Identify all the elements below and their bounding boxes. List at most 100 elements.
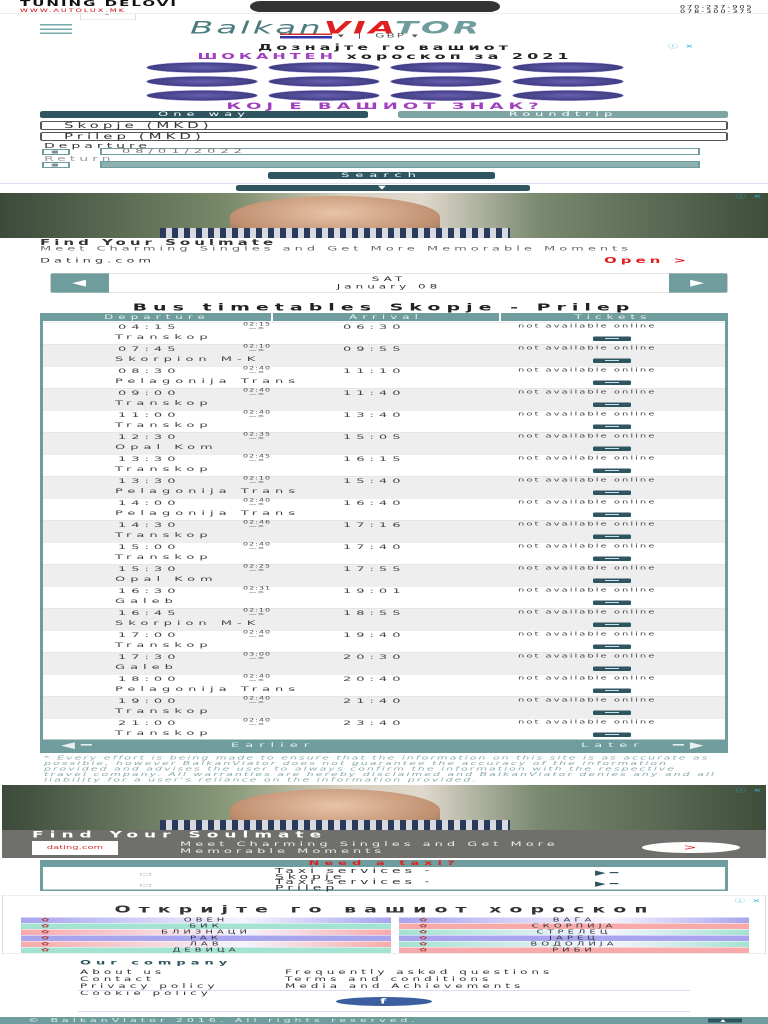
zodiac-sign-left[interactable]: ✿ БЛИЗНАЦИ [21, 929, 391, 936]
zodiac-sign-left[interactable]: ✿ ДЕВИЦА [21, 947, 391, 953]
ad-cta-button[interactable]: > [642, 842, 740, 853]
arrow-right-icon: —> [248, 348, 266, 353]
zodiac-sign-left[interactable]: ✿ РАК [21, 935, 391, 942]
currency-select[interactable]: GBP [375, 32, 406, 39]
return-date-input[interactable] [100, 161, 700, 168]
zodiac-oval-icon[interactable] [390, 76, 502, 87]
later-arrow-icon[interactable]: ━▶ [673, 740, 710, 752]
table-row: 11:00 02:40 —> 13:40 not available online Tra… [43, 410, 725, 432]
bus-company: Skorpion M-K [115, 355, 261, 364]
zodiac-oval-icon[interactable] [390, 90, 502, 101]
zodiac-sign-left[interactable]: ✿ ОВЕН [21, 917, 391, 923]
collapse-ad-chevron-icon[interactable]: ⌃ [80, 14, 136, 20]
footer-link-about[interactable]: About us [80, 969, 265, 976]
table-row: 13:30 02:45 —> 16:15 not available online Tra… [43, 454, 725, 476]
language-currency[interactable]: ▾ | GBP ▾ [280, 32, 420, 39]
next-day-arrow-icon[interactable]: ▶ [669, 273, 727, 293]
zodiac-oval-icon[interactable] [390, 62, 502, 73]
ticket-info-button[interactable] [593, 732, 631, 737]
zodiac-oval-icon[interactable] [512, 76, 624, 87]
tickets-status: not available online [518, 389, 657, 396]
earlier-button[interactable]: Earlier [231, 740, 315, 752]
trip-duration: 02:40 —> [243, 718, 271, 727]
ticket-info-button[interactable] [593, 688, 631, 693]
menu-hamburger-icon[interactable] [40, 24, 72, 34]
ticket-info-button[interactable] [593, 578, 631, 583]
departure-date-input[interactable]: 08/01/2022 [100, 148, 700, 155]
departure-time: 15:00 [118, 543, 181, 552]
ticket-info-button[interactable] [593, 710, 631, 715]
ticket-info-button[interactable] [593, 446, 631, 451]
from-input[interactable]: Skopje (MKD) [40, 121, 728, 130]
ad-close-icon[interactable]: ⓘ ✕ [736, 192, 764, 200]
zodiac-oval-icon[interactable] [146, 90, 258, 101]
zodiac-sign-right[interactable]: ✿ СТРЕЛЕЦ [399, 929, 749, 935]
arrow-right-icon[interactable]: ▶━ [595, 881, 622, 888]
zodiac-oval-icon[interactable] [146, 76, 258, 87]
zodiac-oval-icon[interactable] [268, 62, 380, 73]
footer-link-media[interactable]: Media and Achievements [285, 983, 553, 990]
horoscope-ad[interactable]: Дознајте го вашиот ШОКАНТЕН хороскоп за … [140, 43, 630, 112]
arrow-right-icon: —> [248, 436, 266, 441]
ad-open-button[interactable]: Open > [604, 256, 690, 265]
zodiac-oval-icon[interactable] [268, 90, 380, 101]
zodiac-icon: ✿ [41, 929, 54, 936]
ticket-info-button[interactable] [593, 490, 631, 495]
ticket-info-button[interactable] [593, 666, 631, 671]
departure-time: 09:00 [118, 389, 181, 398]
top-banner-ad[interactable]: TUNING DELOVI WWW.AUTOLUX.MK 070-237-905… [0, 0, 768, 14]
taxi-item-label[interactable]: Taxi services - Prilep [275, 879, 485, 892]
taxi-item[interactable]: ▭ Taxi services - Prilep ▶━ [43, 879, 725, 892]
footer-link-contact[interactable]: Contact [80, 976, 265, 983]
previous-day-arrow-icon[interactable]: ◀ [51, 273, 109, 293]
departure-time: 08:30 [118, 367, 181, 376]
zodiac-sign-right[interactable]: ✿ ЈАРЕЦ [399, 935, 749, 941]
zodiac-icon: ✿ [41, 935, 54, 942]
ticket-info-button[interactable] [593, 358, 631, 363]
zodiac-oval-icon[interactable] [512, 90, 624, 101]
zodiac-sign-left[interactable]: ✿ ЛАВ [21, 941, 391, 947]
zodiac-sign-right[interactable]: ✿ СКОРПИЈА [399, 923, 749, 929]
footer-link-privacy[interactable]: Privacy policy [80, 983, 265, 990]
tickets-status: not available online [518, 477, 657, 484]
zodiac-oval-icon[interactable] [268, 76, 380, 87]
ticket-info-button[interactable] [593, 644, 631, 649]
ad-close-icon[interactable]: ⓘ ✕ [668, 42, 696, 50]
expand-chevron-down-icon[interactable]: ▼ [236, 185, 530, 191]
ticket-info-button[interactable] [593, 512, 631, 517]
ad-close-icon[interactable]: ⓘ ✕ [735, 897, 763, 905]
arrow-right-icon[interactable]: ▶━ [595, 870, 622, 877]
later-button[interactable]: Later [581, 740, 645, 752]
ad-description: Meet Charming Singles and Get More Memor… [180, 840, 559, 855]
ticket-info-button[interactable] [593, 380, 631, 385]
tab-one-way[interactable]: One way [40, 111, 368, 118]
facebook-icon[interactable]: f [336, 997, 432, 1006]
departure-time: 18:00 [118, 675, 181, 684]
tickets-status: not available online [518, 499, 657, 506]
earlier-arrow-icon[interactable]: ◀━ [61, 740, 98, 752]
footer-link-faq[interactable]: Frequently asked questions [285, 969, 553, 976]
search-button[interactable]: Search [268, 172, 495, 179]
ticket-info-button[interactable] [593, 622, 631, 627]
ticket-info-button[interactable] [593, 600, 631, 605]
ticket-info-button[interactable] [593, 424, 631, 429]
zodiac-sign-left[interactable]: ✿ БИК [21, 923, 391, 929]
ad-close-icon[interactable]: ⓘ ✕ [736, 786, 764, 794]
calendar-icon[interactable]: ▦ [42, 162, 70, 168]
zodiac-sign-right[interactable]: ✿ ВОДОЛИЈА [399, 941, 749, 947]
zodiac-oval-icon[interactable] [512, 62, 624, 73]
footer-link-terms[interactable]: Terms and conditions [285, 976, 553, 983]
zodiac-sign-right[interactable]: ✿ РИБИ [399, 947, 749, 953]
ticket-info-button[interactable] [593, 468, 631, 473]
ticket-info-button[interactable] [593, 336, 631, 341]
to-input[interactable]: Prilep (MKD) [40, 132, 728, 141]
uk-flag-icon[interactable] [280, 33, 332, 39]
zodiac-sign-right[interactable]: ✿ ВАГА [399, 917, 749, 923]
ticket-info-button[interactable] [593, 534, 631, 539]
scroll-to-top-icon[interactable]: ▲ [708, 1018, 742, 1023]
zodiac-oval-icon[interactable] [146, 62, 258, 73]
ticket-info-button[interactable] [593, 402, 631, 407]
tab-roundtrip[interactable]: Roundtrip [398, 111, 728, 118]
ticket-info-button[interactable] [593, 556, 631, 561]
zodiac-name: БЛИЗНАЦИ [161, 929, 251, 936]
